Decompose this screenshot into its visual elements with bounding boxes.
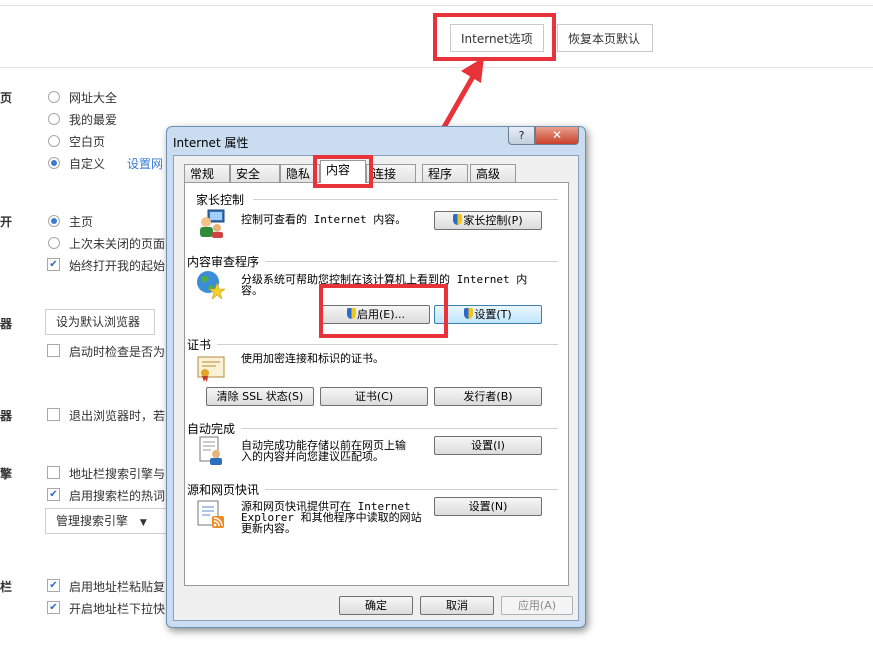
parental-heading: 家长控制 (196, 193, 245, 207)
certificates-button[interactable]: 证书(C) (320, 387, 428, 406)
checkbox-search-2-label: 启用搜索栏的热词 (69, 489, 166, 503)
parental-divider (253, 199, 558, 200)
checkbox-exit-label: 退出浏览器时，若 (69, 409, 166, 423)
feeds-heading: 源和网页快讯 (187, 483, 260, 497)
shield-icon (453, 214, 463, 225)
autocomplete-text-line2: 入的内容并向您建议匹配项。 (241, 450, 384, 463)
feeds-divider (265, 489, 558, 490)
checkbox-default-check-label: 启动时检查是否为 (69, 345, 166, 359)
checkbox-search-2[interactable]: ✔ (47, 488, 60, 501)
ok-button[interactable]: 确定 (339, 596, 413, 615)
checkbox-startup-label: 始终打开我的起始 (69, 259, 166, 273)
certificate-icon (197, 356, 225, 382)
set-default-browser-button[interactable]: 设为默认浏览器 (45, 309, 155, 335)
advisor-heading: 内容审查程序 (187, 255, 260, 269)
feeds-settings-button[interactable]: 设置(N) (434, 497, 542, 516)
manage-search-engines-label: 管理搜索引擎 (56, 514, 129, 528)
checkbox-startup[interactable]: ✔ (47, 258, 60, 271)
section-label-default-browser: 器 (0, 317, 13, 331)
content-advisor-icon (197, 271, 225, 299)
checkbox-address-2[interactable]: ✔ (47, 601, 60, 614)
section-label-startup: 开 (0, 215, 13, 229)
content-tab-panel: 家长控制 控制可查看的 Internet 内容。 家长控制(P) 内容审查程序 … (184, 182, 569, 586)
autocomplete-settings-button[interactable]: 设置(I) (434, 436, 542, 455)
autocomplete-icon (199, 436, 222, 465)
radio-startup-1[interactable] (48, 215, 60, 227)
tab-general[interactable]: 常规 (184, 164, 230, 182)
parental-text: 控制可查看的 Internet 内容。 (241, 213, 407, 226)
radio-homepage-2[interactable] (48, 113, 60, 125)
apply-button[interactable]: 应用(A) (501, 596, 573, 615)
parental-control-label: 家长控制(P) (463, 214, 523, 227)
certificates-text: 使用加密连接和标识的证书。 (241, 352, 384, 365)
advisor-text-line2: 容。 (241, 284, 263, 297)
advisor-settings-button[interactable]: 设置(T) (434, 305, 542, 324)
radio-homepage-4[interactable] (48, 157, 60, 169)
checkbox-exit[interactable] (47, 408, 60, 421)
tab-security[interactable]: 安全 (230, 164, 280, 182)
certificates-heading: 证书 (187, 338, 212, 352)
checkbox-default-check[interactable] (47, 344, 60, 357)
help-button[interactable]: ? (508, 127, 535, 145)
option-homepage-3: 空白页 (69, 135, 106, 149)
dialog-title: Internet 属性 (173, 136, 249, 150)
parental-control-icon (200, 209, 225, 238)
cancel-button[interactable]: 取消 (420, 596, 494, 615)
top-divider (0, 5, 873, 6)
publishers-button[interactable]: 发行者(B) (434, 387, 542, 406)
option-homepage-1: 网址大全 (69, 91, 118, 105)
set-homepage-link[interactable]: 设置网 (127, 155, 163, 172)
clear-ssl-button[interactable]: 清除 SSL 状态(S) (206, 387, 314, 406)
tab-content[interactable]: 内容 (320, 160, 366, 183)
manage-search-engines-dropdown[interactable]: 管理搜索引擎 ▼ (45, 508, 169, 534)
dialog-body: 常规 安全 隐私 内容 连接 程序 高级 家长控制 控制可查看的 Interne… (173, 155, 579, 621)
certificates-divider (217, 344, 558, 345)
radio-homepage-3[interactable] (48, 135, 60, 147)
advisor-settings-label: 设置(T) (474, 308, 512, 321)
radio-homepage-1[interactable] (48, 91, 60, 103)
radio-startup-2[interactable] (48, 237, 60, 249)
checkbox-search-1-label: 地址栏搜索引擎与 (69, 467, 166, 481)
section-label-search: 擎 (0, 467, 13, 481)
tab-advanced[interactable]: 高级 (470, 164, 516, 182)
feeds-icon (197, 500, 224, 528)
option-homepage-2: 我的最爱 (69, 113, 118, 127)
chevron-down-icon: ▼ (139, 518, 147, 528)
internet-properties-dialog: Internet 属性 ? ✕ 常规 安全 隐私 内容 连接 程序 高级 家长控… (166, 126, 586, 628)
checkbox-address-2-label: 开启地址栏下拉快 (69, 602, 166, 616)
shield-icon-settings (464, 308, 474, 319)
close-button[interactable]: ✕ (535, 127, 579, 145)
feeds-text-line3: 更新内容。 (241, 522, 296, 535)
checkbox-address-1[interactable]: ✔ (47, 579, 60, 592)
advisor-divider (265, 261, 558, 262)
tab-connections[interactable]: 连接 (366, 164, 416, 182)
tab-programs[interactable]: 程序 (422, 164, 468, 182)
restore-defaults-button[interactable]: 恢复本页默认 (557, 24, 653, 52)
section-label-homepage: 页 (0, 91, 13, 105)
parental-control-button[interactable]: 家长控制(P) (434, 211, 542, 230)
highlight-box-internet-options (433, 13, 556, 61)
highlight-box-enable-button (319, 284, 448, 338)
checkbox-search-1[interactable] (47, 466, 60, 479)
checkbox-address-1-label: 启用地址栏粘贴复 (69, 580, 166, 594)
autocomplete-divider (241, 428, 558, 429)
section-label-exit: 器 (0, 409, 13, 423)
option-startup-1: 主页 (69, 215, 94, 229)
section-label-address-bar: 栏 (0, 580, 13, 594)
option-homepage-4: 自定义 (69, 157, 106, 171)
option-startup-2: 上次未关闭的页面 (69, 237, 166, 251)
